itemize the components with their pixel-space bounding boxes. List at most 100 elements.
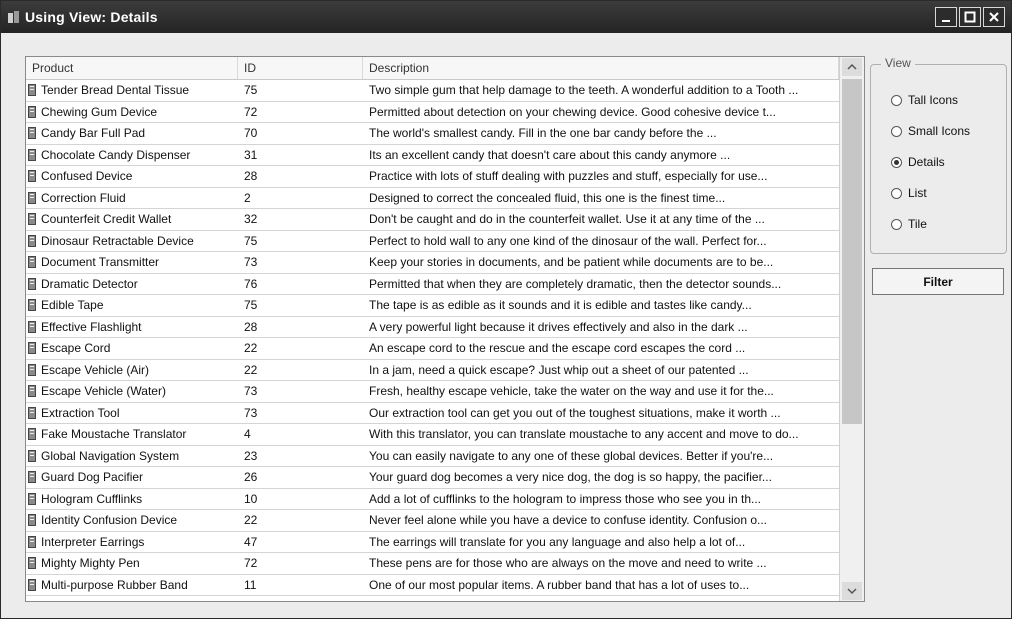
window-icon	[7, 10, 21, 24]
radio-list[interactable]: List	[891, 186, 927, 200]
product-cell: Mighty Mighty Pen	[26, 556, 238, 570]
id-cell: 22	[244, 513, 258, 528]
description-cell: Designed to correct the concealed fluid,…	[369, 190, 726, 205]
id-cell: 73	[244, 384, 258, 399]
scroll-down-button[interactable]	[842, 582, 862, 600]
chevron-down-icon	[847, 588, 857, 595]
vertical-scrollbar[interactable]	[839, 57, 864, 601]
scroll-up-button[interactable]	[842, 58, 862, 76]
product-name: Interpreter Earrings	[41, 534, 145, 549]
table-row[interactable]: Multi-purpose Rubber Band 11 One of our mo…	[26, 575, 839, 596]
document-icon	[28, 406, 36, 419]
product-cell: Global Navigation System	[26, 449, 238, 463]
id-cell: 22	[244, 362, 258, 377]
product-cell: Dinosaur Retractable Device	[26, 234, 238, 248]
product-cell: Document Transmitter	[26, 255, 238, 269]
radio-button[interactable]	[891, 156, 902, 168]
column-header-product[interactable]: Product	[26, 57, 238, 79]
id-cell: 10	[244, 491, 258, 506]
table-row[interactable]: Identity Confusion Device 22 Never feel al…	[26, 510, 839, 532]
product-name: Counterfeit Credit Wallet	[41, 212, 172, 227]
id-cell: 11	[244, 577, 257, 592]
product-cell: Escape Cord	[26, 341, 238, 355]
table-row[interactable]: Extraction Tool 73 Our extraction tool can…	[26, 403, 839, 424]
table-row[interactable]: Global Navigation System 23 You can easily…	[26, 446, 839, 467]
product-name: Mighty Mighty Pen	[41, 556, 140, 571]
id-cell: 70	[244, 126, 258, 141]
product-name: Identity Confusion Device	[41, 513, 178, 528]
table-row[interactable]: Chewing Gum Device 72 Permitted about dete…	[26, 102, 839, 123]
description-cell: Two simple gum that help damage to the t…	[369, 83, 799, 98]
id-cell: 31	[244, 147, 258, 162]
radio-button[interactable]	[891, 187, 902, 199]
table-row[interactable]: Fake Moustache Translator 4 With this tran…	[26, 424, 839, 446]
radio-label: Tile	[908, 217, 927, 231]
product-name: Confused Device	[41, 169, 133, 184]
document-icon	[28, 557, 36, 570]
radio-button[interactable]	[891, 94, 902, 106]
description-cell: Never feel alone while you have a device…	[369, 513, 768, 528]
table-row[interactable]: Confused Device 28 Practice with lots of s…	[26, 166, 839, 188]
table-row[interactable]: Tender Bread Dental Tissue 75 Two simple g…	[26, 80, 839, 102]
product-name: Chocolate Candy Dispenser	[41, 147, 191, 162]
table-row[interactable]: Correction Fluid 2 Designed to correct the…	[26, 188, 839, 209]
minimize-button[interactable]	[935, 7, 957, 27]
table-row[interactable]: Candy Bar Full Pad 70 The world's smallest…	[26, 123, 839, 145]
table-row[interactable]: Guard Dog Pacifier 26 Your guard dog becom…	[26, 467, 839, 489]
table-row[interactable]: Hologram Cufflinks 10 Add a lot of cufflin…	[26, 489, 839, 510]
product-name: Edible Tape	[41, 298, 104, 313]
description-cell: Your guard dog becomes a very nice dog, …	[369, 470, 772, 485]
table-row[interactable]: Escape Cord 22 An escape cord to the rescu…	[26, 338, 839, 360]
title-bar[interactable]: Using View: Details	[1, 1, 1011, 33]
product-cell: Hologram Cufflinks	[26, 492, 238, 506]
description-cell: Add a lot of cufflinks to the hologram t…	[369, 491, 761, 506]
document-icon	[28, 535, 36, 548]
table-row[interactable]: Effective Flashlight 28 A very powerful li…	[26, 317, 839, 338]
description-cell: Keep your stories in documents, and be p…	[369, 255, 774, 270]
table-row[interactable]: Dinosaur Retractable Device 75 Perfect to …	[26, 231, 839, 252]
id-cell: 73	[244, 405, 258, 420]
table-row[interactable]: Interpreter Earrings 47 The earrings will …	[26, 532, 839, 553]
radio-label: Details	[908, 155, 945, 169]
document-icon	[28, 385, 36, 398]
table-row[interactable]: Counterfeit Credit Wallet 32 Don't be caug…	[26, 209, 839, 231]
scroll-thumb[interactable]	[842, 79, 862, 424]
window-controls	[935, 7, 1005, 27]
document-icon	[28, 471, 36, 484]
document-icon	[28, 492, 36, 505]
table-row[interactable]: Escape Vehicle (Water) 73 Fresh, healthy e…	[26, 381, 839, 403]
id-cell: 75	[244, 83, 258, 98]
product-name: Escape Vehicle (Air)	[41, 362, 150, 377]
radio-button[interactable]	[891, 125, 902, 137]
radio-details[interactable]: Details	[891, 155, 945, 169]
details-list-view[interactable]: Product ID Description Tender Bread Dent…	[25, 56, 865, 602]
radio-tile[interactable]: Tile	[891, 217, 927, 231]
maximize-button[interactable]	[959, 7, 981, 27]
product-name: Escape Vehicle (Water)	[41, 384, 166, 399]
table-row[interactable]: Mighty Mighty Pen 72 These pens are for th…	[26, 553, 839, 575]
id-cell: 26	[244, 470, 258, 485]
table-row[interactable]: Edible Tape 75 The tape is as edible as it…	[26, 295, 839, 317]
radio-tall-icons[interactable]: Tall Icons	[891, 93, 958, 107]
view-options-group: View Tall Icons Small Icons Details List…	[870, 56, 1007, 254]
chevron-up-icon	[847, 63, 857, 70]
table-row[interactable]: Chocolate Candy Dispenser 31 Its an excell…	[26, 145, 839, 166]
product-cell: Counterfeit Credit Wallet	[26, 212, 238, 226]
table-row[interactable]: Document Transmitter 73 Keep your stories …	[26, 252, 839, 274]
id-cell: 73	[244, 255, 258, 270]
table-row[interactable]: Escape Vehicle (Air) 22 In a jam, need a q…	[26, 360, 839, 381]
table-row[interactable]: Dramatic Detector 76 Permitted that when t…	[26, 274, 839, 295]
product-cell: Tender Bread Dental Tissue	[26, 83, 238, 97]
column-header-id[interactable]: ID	[238, 57, 363, 79]
column-header-description[interactable]: Description	[363, 57, 839, 79]
radio-small-icons[interactable]: Small Icons	[891, 124, 970, 138]
filter-button[interactable]: Filter	[872, 268, 1004, 295]
document-icon	[28, 84, 36, 97]
description-cell: The tape is as edible as it sounds and i…	[369, 298, 752, 313]
description-cell: Practice with lots of stuff dealing with…	[369, 169, 768, 184]
close-button[interactable]	[983, 7, 1005, 27]
product-cell: Fake Moustache Translator	[26, 427, 238, 441]
radio-button[interactable]	[891, 218, 902, 230]
description-cell: These pens are for those who are always …	[369, 556, 767, 571]
product-cell: Identity Confusion Device	[26, 513, 238, 527]
